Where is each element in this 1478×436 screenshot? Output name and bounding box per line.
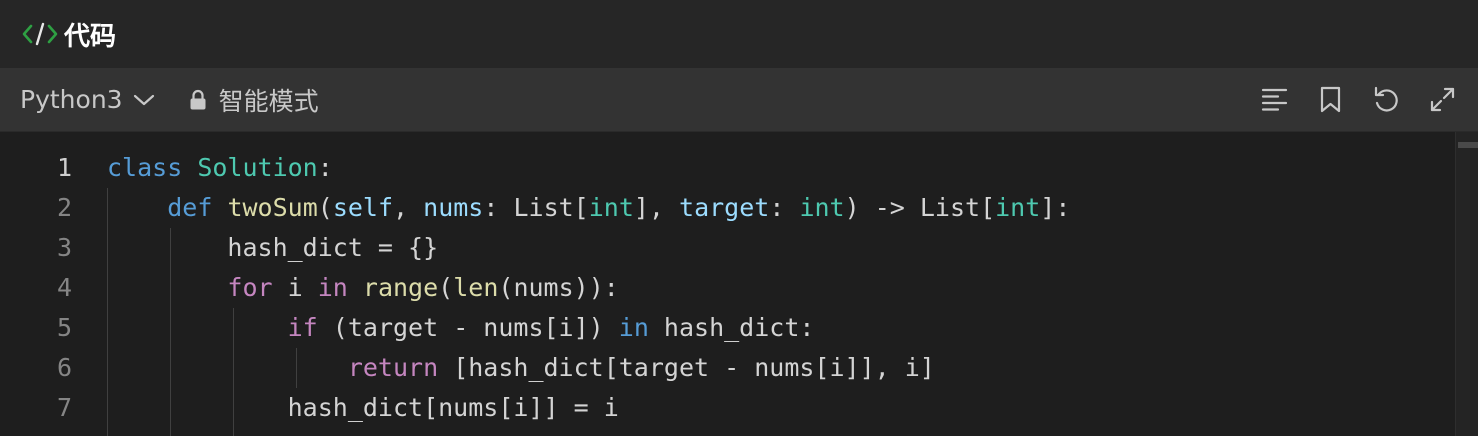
code-token: int	[799, 193, 845, 222]
code-token: int	[995, 193, 1041, 222]
code-token: (	[438, 273, 454, 302]
code-token: target	[679, 193, 770, 222]
code-token: (target - nums[i])	[317, 313, 619, 342]
code-token: twoSum	[227, 193, 318, 222]
code-token: hash_dict = {}	[107, 233, 439, 262]
code-line[interactable]: 7 hash_dict[nums[i]] = i	[0, 388, 1450, 428]
code-line[interactable]: 5 if (target - nums[i]) in hash_dict:	[0, 308, 1450, 348]
code-line[interactable]: 1 class Solution:	[0, 148, 1450, 188]
line-code: hash_dict = {}	[107, 228, 438, 268]
bookmark-icon	[1320, 86, 1341, 113]
code-token: class	[107, 153, 183, 182]
code-icon	[22, 22, 58, 46]
code-line[interactable]: 4 for i in range(len(nums)):	[0, 268, 1450, 308]
code-token: if	[287, 313, 318, 342]
format-button[interactable]	[1261, 86, 1288, 113]
line-number: 4	[56, 273, 72, 302]
line-number: 3	[56, 233, 72, 262]
scrollbar-thumb[interactable]	[1458, 142, 1478, 148]
code-token: self	[332, 193, 394, 222]
line-number: 5	[56, 313, 72, 342]
code-token: hash_dict:	[648, 313, 815, 342]
editor-toolbar: Python3 智能模式	[0, 68, 1478, 132]
code-token: in	[317, 273, 348, 302]
code-token: [hash_dict[target - nums[i]], i]	[438, 353, 935, 382]
code-line[interactable]: 6 return [hash_dict[target - nums[i]], i…	[0, 348, 1450, 388]
code-token: i	[272, 273, 318, 302]
line-number: 6	[56, 353, 72, 382]
code-token: ]:	[1040, 193, 1071, 222]
code-token: (nums)):	[498, 273, 619, 302]
reset-button[interactable]	[1373, 86, 1400, 113]
mode-label: 智能模式	[218, 86, 319, 116]
lock-icon	[190, 89, 206, 109]
code-token: int	[588, 193, 634, 222]
line-code: if (target - nums[i]) in hash_dict:	[107, 308, 815, 348]
fullscreen-button[interactable]	[1429, 86, 1456, 113]
chevron-down-icon	[133, 94, 154, 105]
line-number: 7	[56, 393, 72, 422]
code-token: Solution	[197, 153, 318, 182]
line-code: hash_dict[nums[i]] = i	[107, 388, 619, 428]
code-token: :	[317, 153, 333, 182]
panel-header: 代码	[0, 0, 1478, 68]
code-token: :	[769, 193, 800, 222]
code-token: ) -> List[	[844, 193, 996, 222]
code-line[interactable]: 2 def twoSum(self, nums: List[int], targ…	[0, 188, 1450, 228]
line-code: for i in range(len(nums)):	[107, 268, 619, 308]
code-token: hash_dict[nums[i]] = i	[107, 393, 619, 422]
line-number: 2	[56, 193, 72, 222]
code-line[interactable]: 3 hash_dict = {}	[0, 228, 1450, 268]
code-token: def	[167, 193, 213, 222]
language-select[interactable]: Python3	[20, 85, 155, 114]
code-token: for	[227, 273, 273, 302]
code-token: nums	[423, 193, 484, 222]
line-code: class Solution:	[107, 148, 333, 188]
reset-icon	[1374, 86, 1398, 112]
line-code: def twoSum(self, nums: List[int], target…	[107, 188, 1070, 228]
code-token: len	[453, 273, 499, 302]
smart-mode-toggle[interactable]: 智能模式	[189, 82, 319, 118]
editor-scrollbar[interactable]	[1455, 132, 1478, 436]
code-token: range	[362, 273, 439, 302]
code-token: ,	[393, 193, 424, 222]
code-token: ],	[633, 193, 680, 222]
line-number: 1	[56, 153, 72, 182]
bookmark-button[interactable]	[1317, 86, 1344, 113]
code-token: : List[	[483, 193, 589, 222]
panel-title: 代码	[64, 21, 117, 52]
language-label: Python3	[20, 85, 123, 114]
code-token: in	[618, 313, 649, 342]
code-token: return	[347, 353, 439, 382]
format-icon	[1261, 88, 1288, 111]
line-code: return [hash_dict[target - nums[i]], i]	[107, 348, 935, 388]
code-editor[interactable]: 1 class Solution: 2 def twoSum(self, nums:…	[0, 132, 1478, 436]
code-token: (	[317, 193, 333, 222]
fullscreen-icon	[1430, 87, 1455, 112]
